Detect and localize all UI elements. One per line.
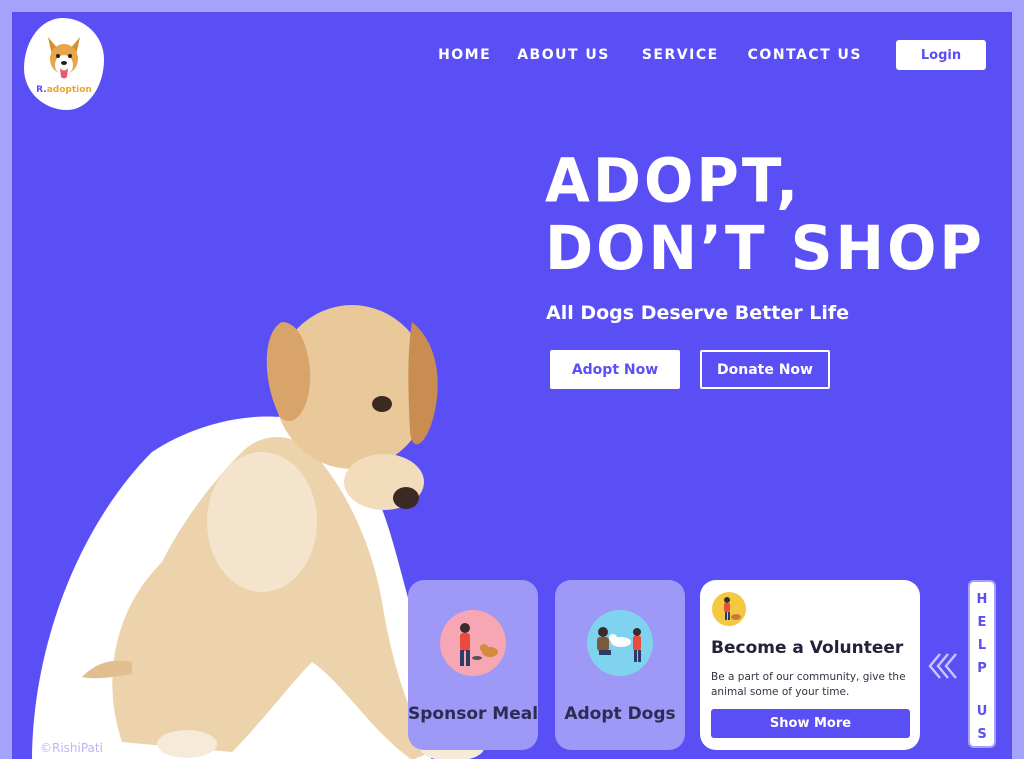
logo[interactable]: R.adoption <box>24 18 104 110</box>
logo-text-main: adoption <box>46 85 92 95</box>
chevrons-left-icon[interactable] <box>928 652 962 680</box>
help-letter-u: U <box>976 704 988 719</box>
hero-title-line2: DON’T SHOP <box>545 212 985 284</box>
help-letter-l: L <box>977 638 987 653</box>
nav-home[interactable]: HOME <box>438 47 491 63</box>
hero-title: ADOPT, DON’T SHOP <box>545 147 985 281</box>
help-letter-p: P <box>977 661 987 676</box>
logo-text: R.adoption <box>36 85 92 95</box>
sponsor-meal-card[interactable]: Sponsor Meal <box>408 580 538 750</box>
hero-title-line1: ADOPT, <box>545 144 802 217</box>
volunteer-description: Be a part of our community, give the ani… <box>711 671 906 698</box>
adopt-dogs-label: Adopt Dogs <box>564 704 676 724</box>
feeding-dog-icon <box>440 610 506 676</box>
sponsor-meal-label: Sponsor Meal <box>408 704 539 724</box>
logo-text-prefix: R. <box>36 85 47 95</box>
help-us-tab[interactable]: H E L P U S <box>968 580 996 748</box>
login-button[interactable]: Login <box>896 40 986 70</box>
help-letter-h: H <box>976 592 988 607</box>
nav-service[interactable]: SERVICE <box>642 47 719 63</box>
nav-about-us[interactable]: ABOUT US <box>517 47 610 63</box>
show-more-button[interactable]: Show More <box>711 709 910 738</box>
adopt-dogs-card[interactable]: Adopt Dogs <box>555 580 685 750</box>
main-nav: HOME ABOUT US SERVICE CONTACT US Login <box>438 40 986 70</box>
nav-contact-us[interactable]: CONTACT US <box>748 47 862 63</box>
hero-subtitle: All Dogs Deserve Better Life <box>546 302 849 324</box>
help-letter-s: S <box>977 727 987 742</box>
copyright-text: ©RishiPati <box>40 741 103 755</box>
volunteer-title: Become a Volunteer <box>711 638 904 658</box>
page-frame: R.adoption HOME ABOUT US SERVICE CONTACT… <box>12 12 1012 759</box>
adopt-now-button[interactable]: Adopt Now <box>550 350 680 389</box>
dog-with-people-icon <box>587 610 653 676</box>
dog-logo-icon <box>48 37 80 79</box>
donate-now-button[interactable]: Donate Now <box>700 350 830 389</box>
volunteer-icon <box>712 592 746 626</box>
volunteer-card: Become a Volunteer Be a part of our comm… <box>700 580 920 750</box>
help-letter-e: E <box>977 615 987 630</box>
